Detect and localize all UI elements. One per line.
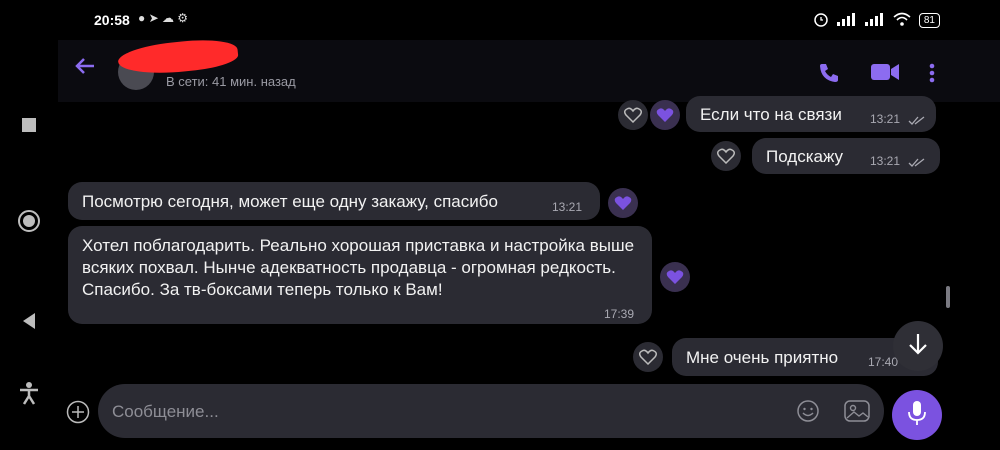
video-call-icon[interactable] bbox=[870, 62, 900, 87]
message-bubble-outgoing[interactable]: Если что на связи 13:21 bbox=[686, 96, 936, 132]
triangle-nav-icon[interactable] bbox=[16, 308, 42, 334]
accessibility-icon[interactable] bbox=[16, 380, 42, 406]
alarm-icon bbox=[813, 11, 829, 30]
message-text: Хотел поблагодарить. Реально хорошая при… bbox=[82, 236, 635, 299]
scrollbar[interactable] bbox=[946, 286, 950, 308]
message-text: Посмотрю сегодня, может еще одну закажу,… bbox=[82, 192, 498, 211]
square-nav-icon[interactable] bbox=[16, 112, 42, 138]
heart-reaction-filled[interactable] bbox=[660, 262, 690, 292]
notification-icons: ● ➤ ☁ ⚙ bbox=[138, 11, 189, 25]
message-text: Мне очень приятно bbox=[686, 348, 839, 367]
message-time: 17:39 bbox=[604, 307, 635, 321]
message-bubble-incoming[interactable]: Посмотрю сегодня, может еще одну закажу,… bbox=[68, 182, 600, 220]
system-nav-bar bbox=[0, 0, 58, 450]
double-check-icon bbox=[908, 152, 926, 173]
message-composer bbox=[58, 380, 1000, 450]
message-bubble-incoming[interactable]: Хотел поблагодарить. Реально хорошая при… bbox=[68, 226, 652, 324]
message-time: 17:40 bbox=[868, 355, 899, 369]
add-icon[interactable] bbox=[66, 400, 90, 429]
more-vert-icon[interactable] bbox=[928, 62, 936, 89]
message-bubble-outgoing[interactable]: Подскажу 13:21 bbox=[752, 138, 940, 174]
heart-reaction-button[interactable] bbox=[633, 342, 663, 372]
message-time: 13:21 bbox=[870, 154, 901, 168]
battery-indicator: 81 bbox=[918, 13, 940, 28]
back-arrow-icon[interactable] bbox=[74, 56, 96, 81]
heart-reaction-button[interactable] bbox=[711, 141, 741, 171]
message-input-container bbox=[98, 384, 884, 438]
message-text: Если что на связи bbox=[700, 105, 842, 124]
status-right-icons: 81 bbox=[813, 11, 940, 30]
last-seen-status: В сети: 41 мин. назад bbox=[166, 74, 296, 89]
circle-nav-icon[interactable] bbox=[16, 208, 42, 234]
sticker-icon[interactable] bbox=[796, 399, 820, 428]
message-input[interactable] bbox=[110, 394, 754, 430]
double-check-icon bbox=[908, 110, 926, 131]
message-text: Подскажу bbox=[766, 147, 844, 166]
chat-header: В сети: 41 мин. назад bbox=[58, 35, 1000, 103]
mic-icon bbox=[907, 400, 927, 431]
voice-message-button[interactable] bbox=[892, 390, 942, 440]
wifi-icon bbox=[893, 12, 911, 29]
phone-icon[interactable] bbox=[818, 62, 840, 89]
heart-reaction-filled[interactable] bbox=[650, 100, 680, 130]
chat-area: Если что на связи 13:21 Подскажу 13:21 П… bbox=[58, 96, 1000, 380]
message-time: 13:21 bbox=[870, 112, 901, 126]
signal-icon-2 bbox=[864, 12, 885, 29]
gallery-icon[interactable] bbox=[844, 399, 870, 428]
signal-icon bbox=[836, 12, 857, 29]
status-time: 20:58 bbox=[94, 12, 130, 28]
message-time: 13:21 bbox=[552, 200, 583, 214]
heart-reaction-filled[interactable] bbox=[608, 188, 638, 218]
scroll-down-button[interactable] bbox=[893, 321, 943, 371]
heart-reaction-button[interactable] bbox=[618, 100, 648, 130]
status-bar: 20:58 ● ➤ ☁ ⚙ 81 bbox=[58, 0, 1000, 38]
scroll-down-icon bbox=[907, 332, 929, 361]
